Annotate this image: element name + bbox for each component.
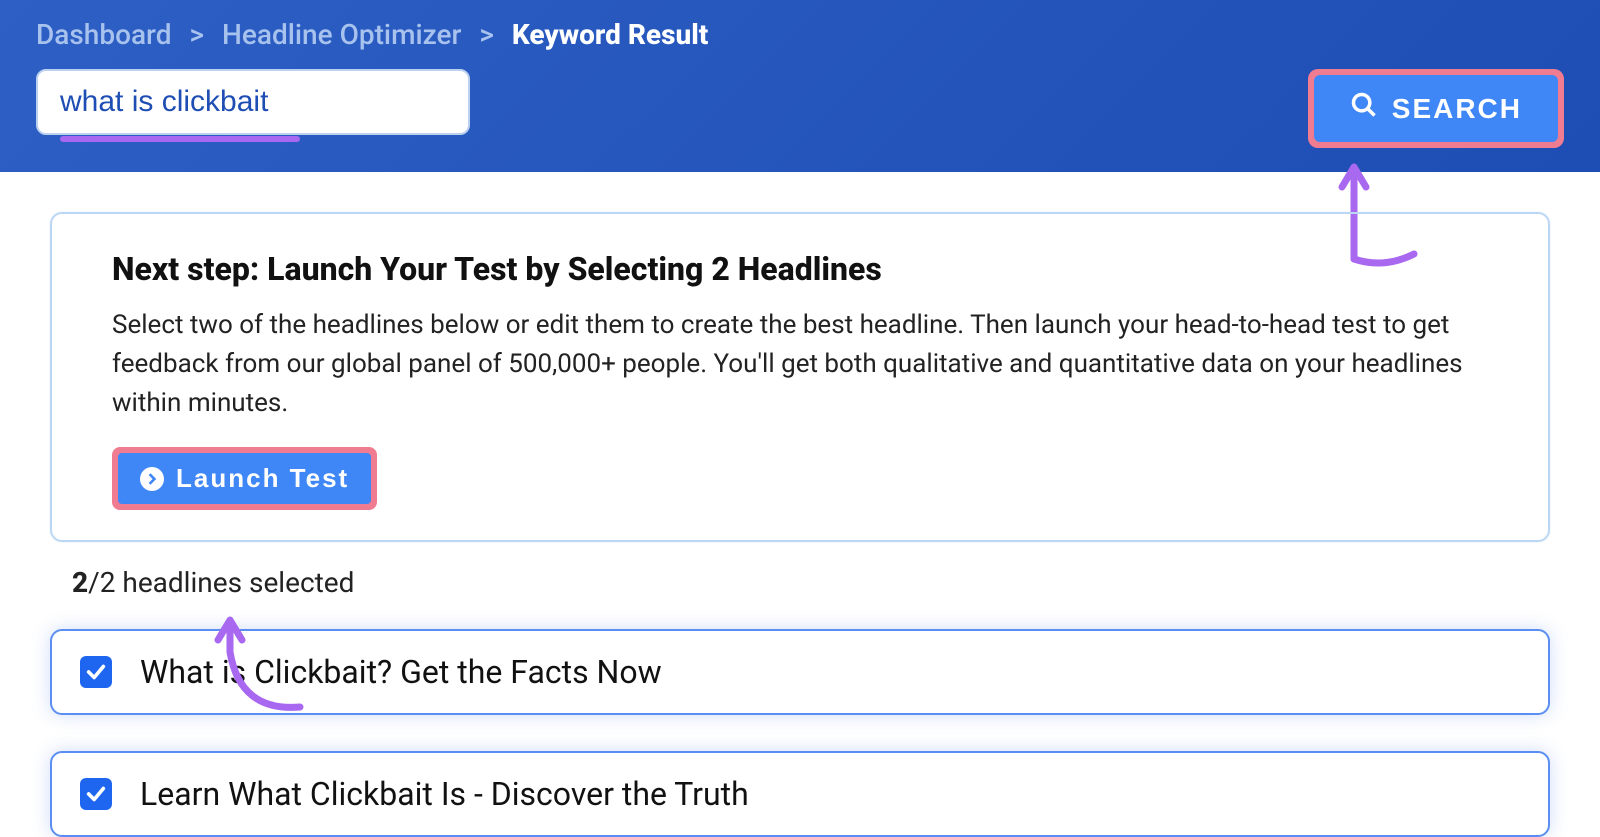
selected-count: 2 bbox=[72, 566, 88, 599]
main-content: Next step: Launch Your Test by Selecting… bbox=[0, 172, 1600, 837]
annotation-underline bbox=[60, 136, 300, 142]
search-button[interactable]: SEARCH bbox=[1314, 75, 1558, 142]
next-step-card: Next step: Launch Your Test by Selecting… bbox=[50, 212, 1550, 542]
headline-option[interactable]: Learn What Clickbait Is - Discover the T… bbox=[50, 751, 1550, 837]
chevron-right-icon: > bbox=[479, 18, 494, 51]
chevron-right-icon: > bbox=[189, 18, 204, 51]
search-row: SEARCH bbox=[36, 69, 1564, 148]
selection-status: 2/2 headlines selected bbox=[72, 566, 1550, 599]
headline-text: Learn What Clickbait Is - Discover the T… bbox=[140, 775, 749, 813]
launch-test-button[interactable]: Launch Test bbox=[118, 453, 371, 504]
selected-total-text: /2 headlines selected bbox=[88, 566, 354, 599]
next-step-description: Select two of the headlines below or edi… bbox=[112, 306, 1488, 423]
next-step-title: Next step: Launch Your Test by Selecting… bbox=[112, 250, 1488, 288]
breadcrumb: Dashboard > Headline Optimizer > Keyword… bbox=[36, 18, 1564, 51]
search-button-label: SEARCH bbox=[1392, 93, 1522, 125]
checkbox-checked-icon[interactable] bbox=[80, 778, 112, 810]
search-input[interactable] bbox=[36, 69, 470, 135]
annotation-arrow-icon bbox=[210, 612, 330, 722]
annotation-highlight-search: SEARCH bbox=[1308, 69, 1564, 148]
checkbox-checked-icon[interactable] bbox=[80, 656, 112, 688]
launch-button-label: Launch Test bbox=[176, 463, 349, 494]
search-input-wrap bbox=[36, 69, 1284, 148]
chevron-right-circle-icon bbox=[140, 467, 164, 491]
annotation-highlight-launch: Launch Test bbox=[112, 447, 377, 510]
search-icon bbox=[1350, 91, 1378, 126]
breadcrumb-current: Keyword Result bbox=[512, 18, 708, 51]
breadcrumb-link-headline-optimizer[interactable]: Headline Optimizer bbox=[222, 18, 461, 51]
header-bar: Dashboard > Headline Optimizer > Keyword… bbox=[0, 0, 1600, 172]
breadcrumb-link-dashboard[interactable]: Dashboard bbox=[36, 18, 171, 51]
